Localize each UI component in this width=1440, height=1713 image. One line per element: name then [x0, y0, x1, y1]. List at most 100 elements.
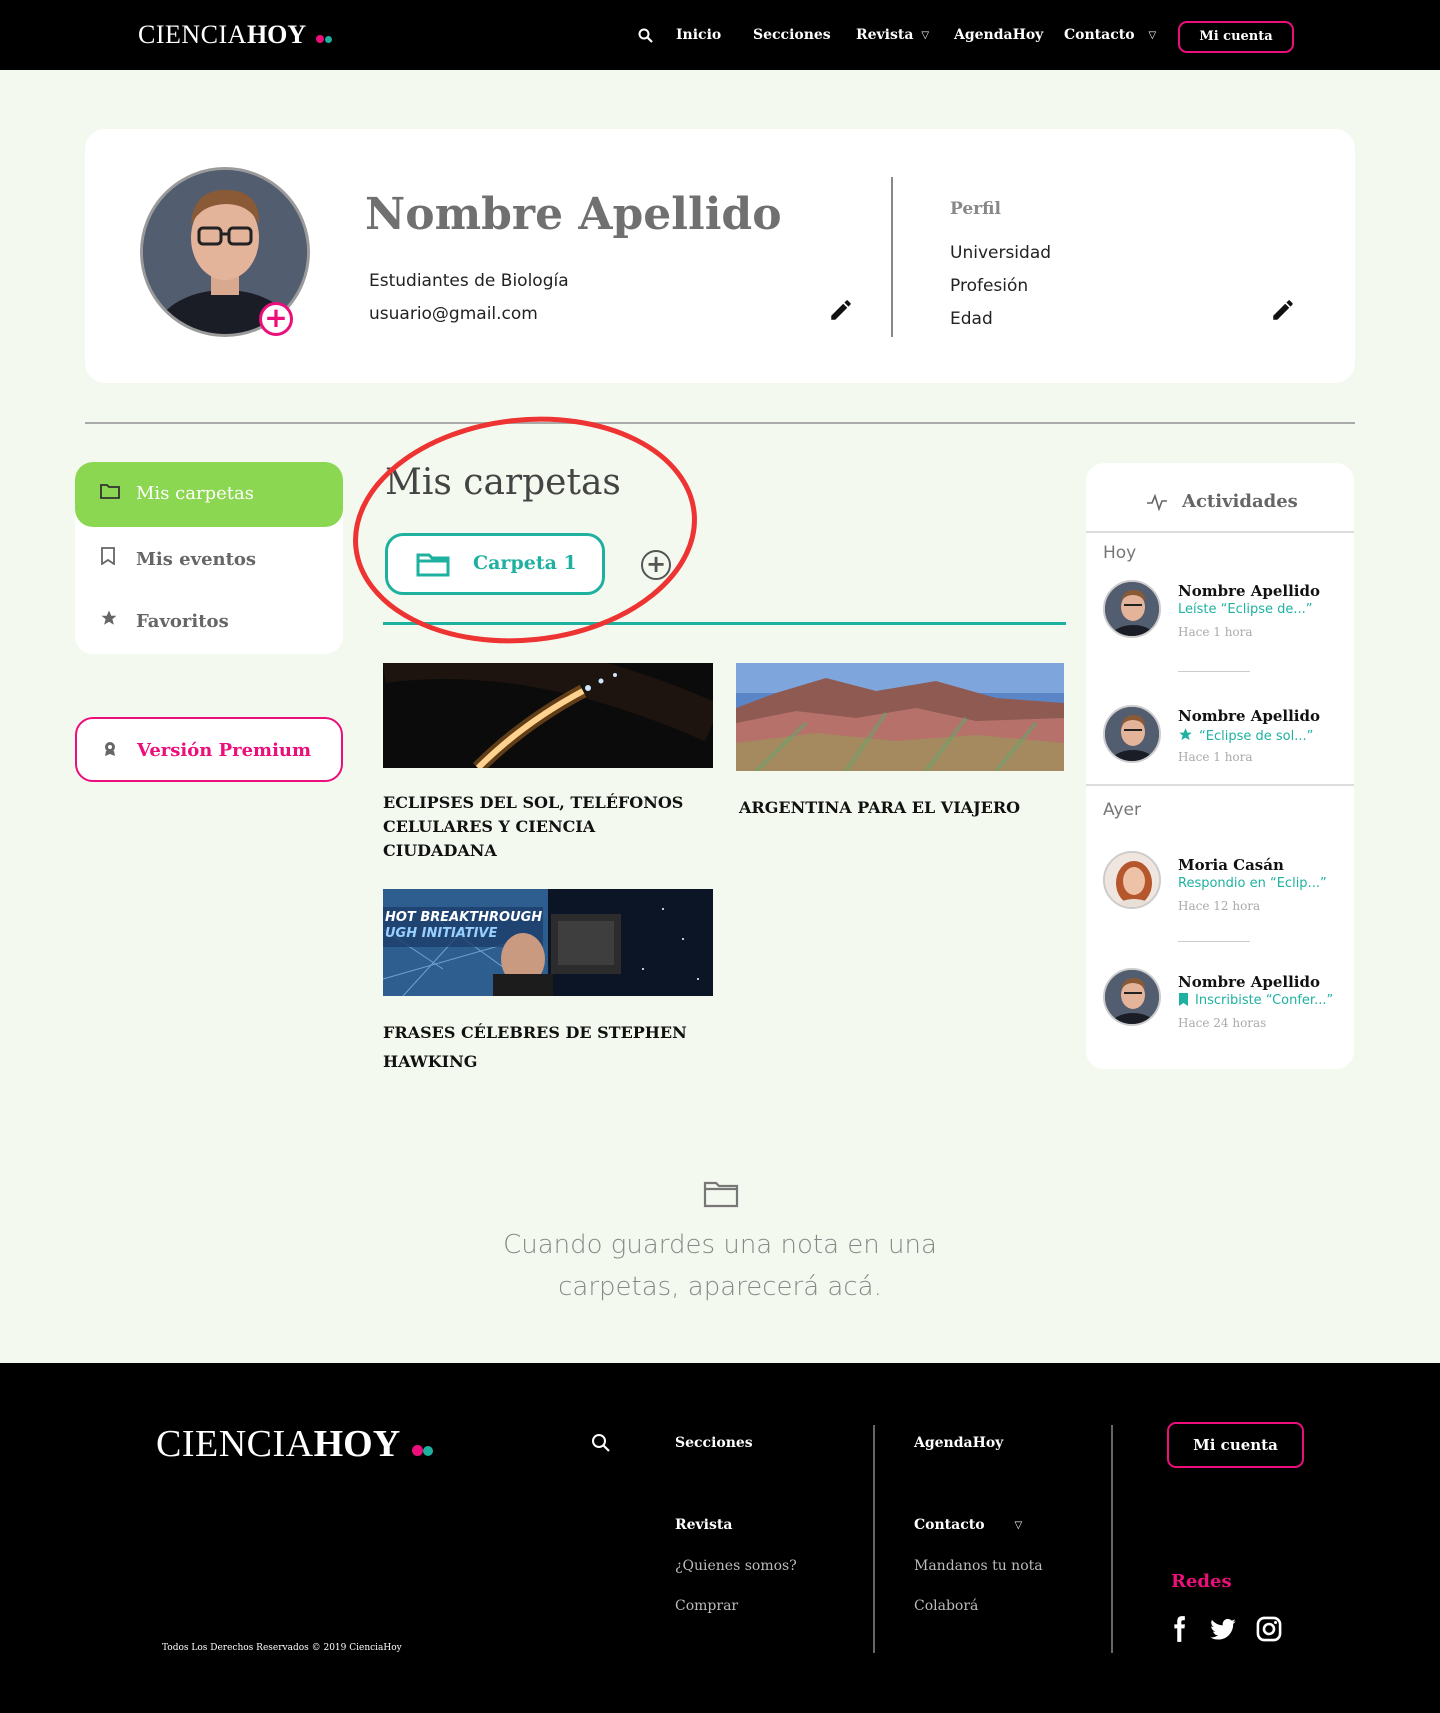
- section-divider: [85, 422, 1355, 424]
- day-divider: [1086, 784, 1354, 786]
- activities-day-today: Hoy: [1103, 543, 1137, 563]
- edit-profile-icon[interactable]: [1270, 297, 1296, 323]
- footer-link-mandanos-nota[interactable]: Mandanos tu nota: [914, 1558, 1043, 1574]
- activity-user-name[interactable]: Nombre Apellido: [1178, 973, 1320, 991]
- sidebar-item-mis-carpetas[interactable]: Mis carpetas: [100, 483, 254, 504]
- top-navbar: CIENCIAHOY Inicio Secciones Revista ▽ Age…: [0, 0, 1440, 70]
- activity-time: Hace 12 hora: [1178, 899, 1261, 913]
- article-image-argentina[interactable]: [736, 663, 1064, 771]
- perfil-edad: Edad: [950, 309, 993, 329]
- avatar: [1103, 851, 1161, 909]
- footer-link-revista[interactable]: Revista: [675, 1517, 732, 1533]
- article-title-line: FRASES CÉLEBRES DE STEPHEN: [383, 1023, 687, 1042]
- logo-dot-teal: [423, 1446, 434, 1456]
- add-photo-button[interactable]: +: [259, 302, 293, 336]
- logo-text-bold: HOY: [313, 1423, 401, 1465]
- folder-icon: [416, 552, 450, 582]
- footer-link-agendahoy[interactable]: AgendaHoy: [914, 1435, 1003, 1451]
- my-account-button[interactable]: Mi cuenta: [1178, 21, 1294, 53]
- activity-separator: [1178, 671, 1250, 672]
- article-title-line: ARGENTINA PARA EL VIAJERO: [739, 798, 1021, 817]
- avatar: [1103, 705, 1161, 763]
- perfil-label: Perfil: [950, 199, 1001, 219]
- logo-text-light: CIENCIA: [156, 1423, 314, 1465]
- chevron-down-icon: ▽: [921, 29, 930, 41]
- avatar: [1103, 968, 1161, 1026]
- logo-text-bold: HOY: [246, 20, 307, 49]
- image-banner-text: HOT BREAKTHROUGH: [385, 910, 542, 925]
- footer-divider: [1111, 1425, 1113, 1653]
- article-image-hawking[interactable]: HOT BREAKTHROUGH UGH INITIATIVE: [383, 889, 713, 996]
- activity-time: Hace 1 hora: [1178, 750, 1253, 764]
- activity-description-text: Inscribiste “Confer...”: [1195, 993, 1334, 1008]
- activity-description[interactable]: “Eclipse de sol...”: [1178, 727, 1313, 746]
- add-folder-button[interactable]: +: [641, 550, 671, 580]
- profile-divider: [891, 177, 893, 337]
- nav-contacto[interactable]: Contacto ▽: [1064, 27, 1156, 43]
- footer-link-contacto[interactable]: Contacto ▽: [914, 1517, 1022, 1533]
- facebook-icon[interactable]: [1165, 1615, 1193, 1643]
- activity-user-name[interactable]: Nombre Apellido: [1178, 582, 1320, 600]
- article-title-line: CELULARES Y CIENCIA CIUDADANA: [383, 817, 596, 860]
- profile-group: Estudiantes de Biología: [369, 271, 569, 291]
- activity-description[interactable]: Leíste “Eclipse de...”: [1178, 602, 1312, 617]
- activity-user-name[interactable]: Nombre Apellido: [1178, 707, 1320, 725]
- premium-button[interactable]: Versión Premium: [75, 717, 343, 782]
- perfil-universidad: Universidad: [950, 243, 1052, 263]
- activity-separator: [1178, 941, 1250, 942]
- nav-inicio[interactable]: Inicio: [676, 27, 721, 43]
- award-icon: [103, 741, 117, 761]
- footer-logo[interactable]: CIENCIAHOY: [156, 1421, 434, 1466]
- activities-header: Actividades: [1086, 463, 1354, 533]
- article-title-line: ECLIPSES DEL SOL, TELÉFONOS: [383, 793, 684, 812]
- sidebar-item-label: Mis eventos: [136, 549, 257, 570]
- activity-time: Hace 1 hora: [1178, 625, 1253, 639]
- bookmark-icon: [100, 547, 124, 570]
- copyright: Todos Los Derechos Reservados © 2019 Cie…: [162, 1643, 402, 1653]
- article-title-line: HAWKING: [383, 1052, 478, 1071]
- nav-secciones[interactable]: Secciones: [753, 27, 831, 43]
- nav-agendahoy[interactable]: AgendaHoy: [954, 27, 1043, 43]
- chevron-down-icon: ▽: [1014, 1519, 1023, 1531]
- search-icon[interactable]: [591, 1433, 611, 1453]
- activity-user-name[interactable]: Moria Casán: [1178, 856, 1284, 874]
- bookmark-icon: [1178, 993, 1189, 1010]
- footer-link-colabora[interactable]: Colaborá: [914, 1598, 978, 1614]
- article-image-eclipse[interactable]: [383, 663, 713, 768]
- footer-link-comprar[interactable]: Comprar: [675, 1598, 738, 1614]
- empty-state-line: Cuando guardes una nota en una: [503, 1230, 937, 1260]
- sidebar-item-favoritos[interactable]: Favoritos: [100, 609, 229, 632]
- activities-title: Actividades: [1182, 491, 1298, 512]
- article-title-eclipse[interactable]: ECLIPSES DEL SOL, TELÉFONOS CELULARES Y …: [383, 791, 713, 863]
- twitter-icon[interactable]: [1209, 1615, 1237, 1643]
- premium-label: Versión Premium: [137, 740, 312, 761]
- highlight-annotation: [353, 416, 697, 644]
- footer-link-quienes-somos[interactable]: ¿Quienes somos?: [675, 1558, 797, 1574]
- nav-revista[interactable]: Revista ▽: [856, 27, 929, 43]
- perfil-profesion: Profesión: [950, 276, 1029, 296]
- profile-name: Nombre Apellido: [365, 189, 782, 240]
- article-title-hawking[interactable]: FRASES CÉLEBRES DE STEPHEN HAWKING: [383, 1018, 713, 1076]
- folder-tab-carpeta-1[interactable]: Carpeta 1: [385, 533, 605, 595]
- search-icon[interactable]: [638, 28, 654, 44]
- nav-revista-label: Revista: [856, 27, 914, 43]
- activity-description[interactable]: Inscribiste “Confer...”: [1178, 993, 1333, 1010]
- star-icon: [1178, 727, 1193, 746]
- activity-description[interactable]: Respondio en “Eclip...”: [1178, 876, 1327, 891]
- logo[interactable]: CIENCIAHOY: [138, 20, 333, 50]
- footer-account-button[interactable]: Mi cuenta: [1167, 1422, 1304, 1468]
- logo-dot-pink: [412, 1445, 424, 1456]
- activity-description-text: “Eclipse de sol...”: [1199, 729, 1314, 744]
- footer-divider: [873, 1425, 875, 1653]
- profile-email: usuario@gmail.com: [369, 304, 538, 324]
- edit-name-icon[interactable]: [828, 297, 854, 323]
- tabs-underline: [383, 622, 1066, 625]
- chevron-down-icon: ▽: [1148, 29, 1157, 41]
- article-title-argentina[interactable]: ARGENTINA PARA EL VIAJERO: [739, 796, 1069, 820]
- footer-link-secciones[interactable]: Secciones: [675, 1435, 753, 1451]
- footer: [0, 1363, 1440, 1713]
- empty-folder-icon: [703, 1180, 739, 1208]
- sidebar-item-mis-eventos[interactable]: Mis eventos: [100, 547, 256, 570]
- social-label: Redes: [1171, 1571, 1232, 1592]
- instagram-icon[interactable]: [1255, 1615, 1283, 1643]
